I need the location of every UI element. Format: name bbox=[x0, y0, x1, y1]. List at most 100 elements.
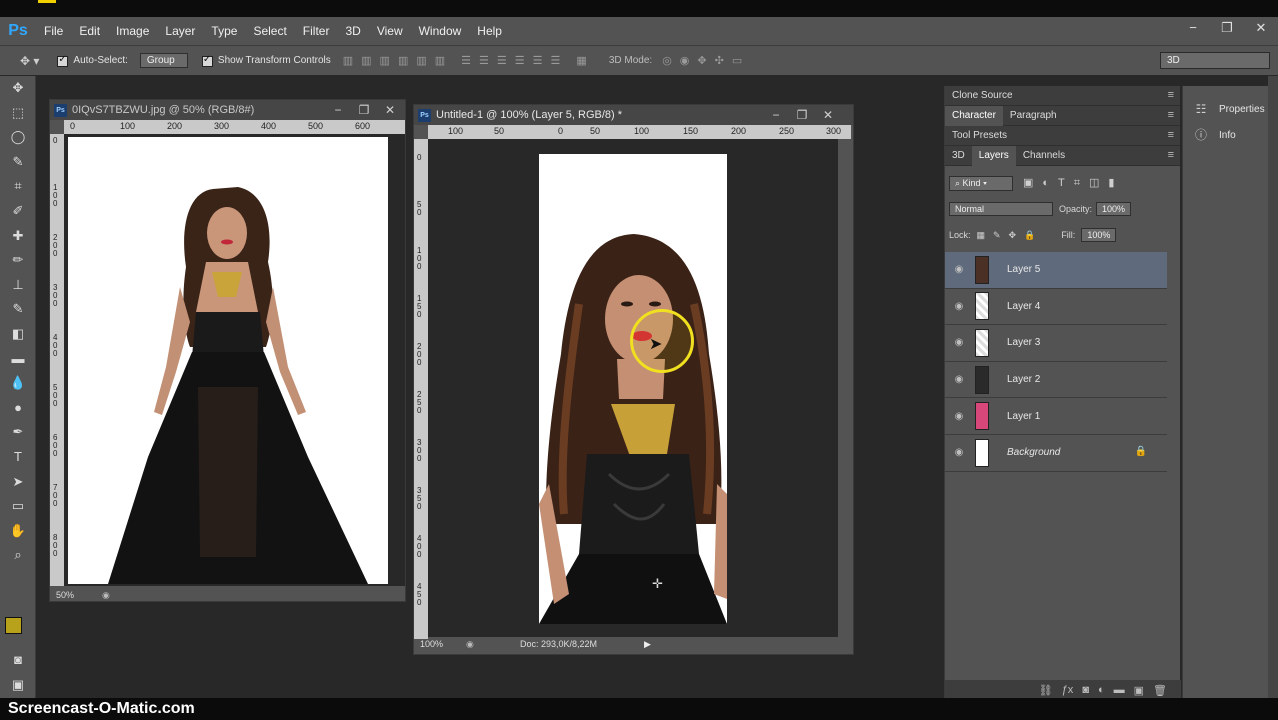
zoom-tool-icon[interactable]: ⌕ bbox=[0, 543, 36, 568]
tab-character[interactable]: Character bbox=[945, 105, 1003, 126]
distribute-vcenter-icon[interactable]: ☰ bbox=[479, 54, 489, 67]
doc2-titlebar[interactable]: Ps Untitled-1 @ 100% (Layer 5, RGB/8) * … bbox=[414, 105, 853, 125]
dodge-tool-icon[interactable]: ● bbox=[0, 396, 36, 421]
layer-filter-select[interactable]: ⌕ Kind ▾ bbox=[949, 175, 1013, 191]
type-tool-icon[interactable]: T bbox=[0, 445, 36, 470]
auto-select-checkbox[interactable]: Auto-Select: bbox=[57, 54, 128, 67]
blur-tool-icon[interactable]: 💧 bbox=[0, 371, 36, 396]
tab-tool-presets[interactable]: Tool Presets bbox=[945, 126, 1014, 146]
visibility-eye-icon[interactable]: ◉ bbox=[945, 264, 973, 275]
layer-row[interactable]: ◉ Layer 5 bbox=[945, 252, 1167, 289]
history-brush-tool-icon[interactable]: ✎ bbox=[0, 297, 36, 322]
align-right-icon[interactable]: ▥ bbox=[435, 54, 445, 67]
doc2-restore-button[interactable]: ❐ bbox=[789, 108, 815, 122]
layer-row[interactable]: ◉ Layer 2 bbox=[945, 362, 1167, 399]
delete-layer-icon[interactable]: 🗑 bbox=[1153, 684, 1167, 697]
lasso-tool-icon[interactable]: ◯ bbox=[0, 125, 36, 150]
align-bottom-icon[interactable]: ▥ bbox=[380, 54, 390, 67]
align-left-icon[interactable]: ▥ bbox=[398, 54, 408, 67]
dock-properties[interactable]: ☷ Properties bbox=[1183, 96, 1268, 122]
screen-mode-icon[interactable]: ▣ bbox=[0, 673, 36, 698]
panel-menu-icon[interactable]: ≡ bbox=[1168, 129, 1174, 141]
dock-info[interactable]: ⓘ Info bbox=[1183, 122, 1268, 148]
layer-row[interactable]: ◉ Layer 1 bbox=[945, 398, 1167, 435]
auto-align-icon[interactable]: ▦ bbox=[576, 54, 586, 67]
menu-edit[interactable]: Edit bbox=[71, 17, 108, 45]
document-window-2[interactable]: Ps Untitled-1 @ 100% (Layer 5, RGB/8) * … bbox=[413, 104, 854, 655]
doc2-canvas-area[interactable]: ➤ ✛ bbox=[428, 139, 838, 637]
brush-tool-icon[interactable]: ✏ bbox=[0, 248, 36, 273]
foreground-color-swatch[interactable] bbox=[5, 617, 22, 634]
3d-roll-icon[interactable]: ◉ bbox=[680, 54, 690, 67]
doc2-zoom-level[interactable]: 100% bbox=[420, 639, 466, 649]
right-scrollbar[interactable] bbox=[1268, 76, 1278, 698]
add-mask-icon[interactable]: ◙ bbox=[1082, 684, 1089, 696]
menu-type[interactable]: Type bbox=[203, 17, 245, 45]
tab-channels[interactable]: Channels bbox=[1016, 146, 1072, 166]
distribute-left-icon[interactable]: ☰ bbox=[515, 54, 525, 67]
doc2-info-arrow-icon[interactable]: ▶ bbox=[644, 639, 651, 650]
hand-tool-icon[interactable]: ✋ bbox=[0, 519, 36, 544]
3d-orbit-icon[interactable]: ◎ bbox=[662, 54, 672, 67]
visibility-eye-icon[interactable]: ◉ bbox=[945, 301, 973, 312]
doc2-close-button[interactable]: ✕ bbox=[815, 108, 841, 122]
doc2-minimize-button[interactable]: − bbox=[763, 108, 789, 122]
clone-stamp-tool-icon[interactable]: ⊥ bbox=[0, 273, 36, 298]
panel-menu-icon[interactable]: ≡ bbox=[1168, 149, 1174, 161]
app-minimize-button[interactable]: − bbox=[1176, 17, 1210, 45]
tab-3d[interactable]: 3D bbox=[945, 146, 972, 166]
doc1-restore-button[interactable]: ❐ bbox=[351, 103, 377, 117]
panel-menu-icon[interactable]: ≡ bbox=[1168, 89, 1174, 101]
auto-select-dropdown[interactable]: Group bbox=[139, 53, 188, 68]
move-tool-icon[interactable]: ✥ bbox=[0, 76, 36, 101]
layer-style-icon[interactable]: ƒx bbox=[1062, 684, 1074, 696]
align-top-icon[interactable]: ▥ bbox=[343, 54, 353, 67]
menu-view[interactable]: View bbox=[369, 17, 411, 45]
menu-filter[interactable]: Filter bbox=[295, 17, 338, 45]
distribute-hcenter-icon[interactable]: ☰ bbox=[533, 54, 543, 67]
distribute-top-icon[interactable]: ☰ bbox=[461, 54, 471, 67]
doc1-zoom-level[interactable]: 50% bbox=[56, 590, 102, 600]
workspace-select[interactable]: 3D bbox=[1160, 52, 1270, 69]
tab-layers[interactable]: Layers bbox=[971, 145, 1016, 166]
quick-mask-icon[interactable]: ◙ bbox=[0, 648, 36, 673]
show-transform-checkbox[interactable]: Show Transform Controls bbox=[201, 54, 331, 67]
adjustment-layer-icon[interactable]: ◐ bbox=[1098, 684, 1105, 696]
lock-icon[interactable]: 🔒 bbox=[1135, 446, 1147, 457]
quick-select-tool-icon[interactable]: ✎ bbox=[0, 150, 36, 175]
pen-tool-icon[interactable]: ✒ bbox=[0, 420, 36, 445]
eyedropper-tool-icon[interactable]: ✐ bbox=[0, 199, 36, 224]
doc1-close-button[interactable]: ✕ bbox=[377, 103, 403, 117]
3d-pan-icon[interactable]: ✥ bbox=[697, 54, 706, 67]
panel-menu-icon[interactable]: ≡ bbox=[1168, 109, 1174, 121]
tab-paragraph[interactable]: Paragraph bbox=[1003, 106, 1064, 126]
layer-row[interactable]: ◉ Layer 3 bbox=[945, 325, 1167, 362]
healing-brush-tool-icon[interactable]: ✚ bbox=[0, 224, 36, 249]
fill-input[interactable]: 100% bbox=[1081, 228, 1117, 242]
doc1-canvas-area[interactable] bbox=[64, 134, 405, 586]
visibility-eye-icon[interactable]: ◉ bbox=[945, 447, 973, 458]
marquee-tool-icon[interactable]: ⬚ bbox=[0, 101, 36, 126]
doc1-titlebar[interactable]: Ps 0IQvS7TBZWU.jpg @ 50% (RGB/8#) − ❐ ✕ bbox=[50, 100, 405, 120]
link-layers-icon[interactable]: ⛓ bbox=[1039, 684, 1053, 697]
visibility-eye-icon[interactable]: ◉ bbox=[945, 337, 973, 348]
new-layer-icon[interactable]: ▣ bbox=[1134, 684, 1144, 697]
eraser-tool-icon[interactable]: ◧ bbox=[0, 322, 36, 347]
align-hcenter-icon[interactable]: ▥ bbox=[416, 54, 426, 67]
gradient-tool-icon[interactable]: ▬ bbox=[0, 347, 36, 372]
shape-tool-icon[interactable]: ▭ bbox=[0, 494, 36, 519]
menu-file[interactable]: File bbox=[36, 17, 71, 45]
lock-icons[interactable]: ▦✎✥🔒 bbox=[977, 230, 1044, 241]
crop-tool-icon[interactable]: ⌗ bbox=[0, 174, 36, 199]
distribute-right-icon[interactable]: ☰ bbox=[551, 54, 561, 67]
menu-image[interactable]: Image bbox=[108, 17, 157, 45]
menu-window[interactable]: Window bbox=[411, 17, 470, 45]
menu-select[interactable]: Select bbox=[245, 17, 294, 45]
visibility-eye-icon[interactable]: ◉ bbox=[945, 374, 973, 385]
doc1-minimize-button[interactable]: − bbox=[325, 103, 351, 117]
menu-help[interactable]: Help bbox=[469, 17, 510, 45]
path-select-tool-icon[interactable]: ➤ bbox=[0, 470, 36, 495]
menu-layer[interactable]: Layer bbox=[157, 17, 203, 45]
app-restore-button[interactable]: ❐ bbox=[1210, 17, 1244, 45]
doc1-status-menu-icon[interactable]: ◉ bbox=[102, 590, 110, 601]
